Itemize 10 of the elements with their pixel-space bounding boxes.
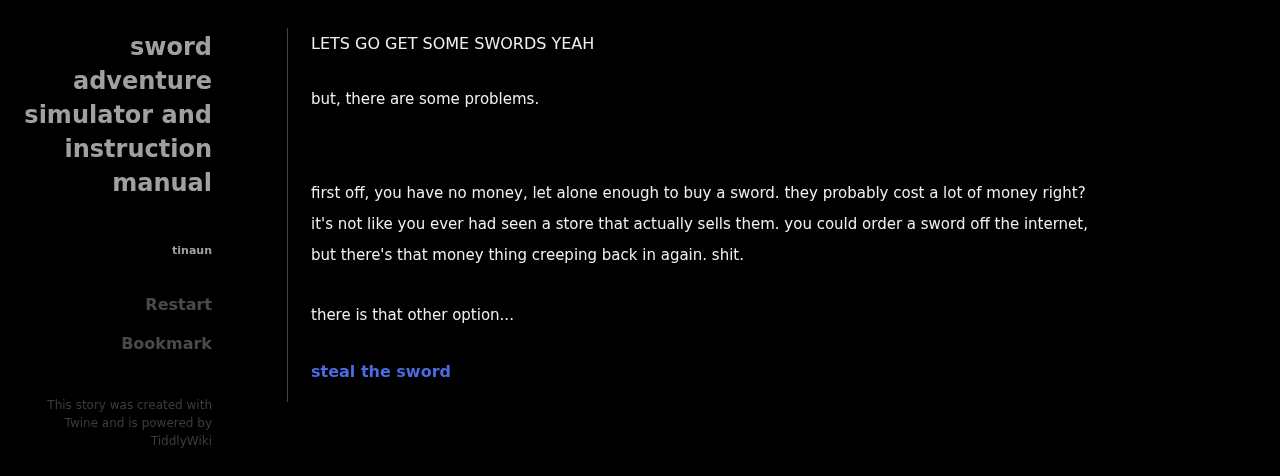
menu-link[interactable]: Restart (145, 294, 212, 315)
choice-link[interactable]: steal the sword (311, 361, 451, 383)
passage-paragraph: there is that other option... (311, 305, 515, 326)
author-name: tinaun (172, 243, 212, 259)
story-title: sword adventure simulator and instruction manual (23, 32, 212, 199)
passage-paragraph: but, there are some problems. (311, 89, 541, 110)
passage-heading: LETS GO GET SOME SWORDS YEAH (311, 33, 596, 55)
credits-text: This story was created with Twine and is powered by TiddlyWiki (46, 396, 212, 450)
menu-link[interactable]: Bookmark (121, 333, 212, 354)
passage-paragraph: first off, you have no money, let alone enough to buy a sword. they probably cost a lot of money right? it's not like you ever had seen a store that actually sells them. you could order a sword off the internet, but there's that money thing creeping back in again. shit. (311, 183, 1088, 266)
